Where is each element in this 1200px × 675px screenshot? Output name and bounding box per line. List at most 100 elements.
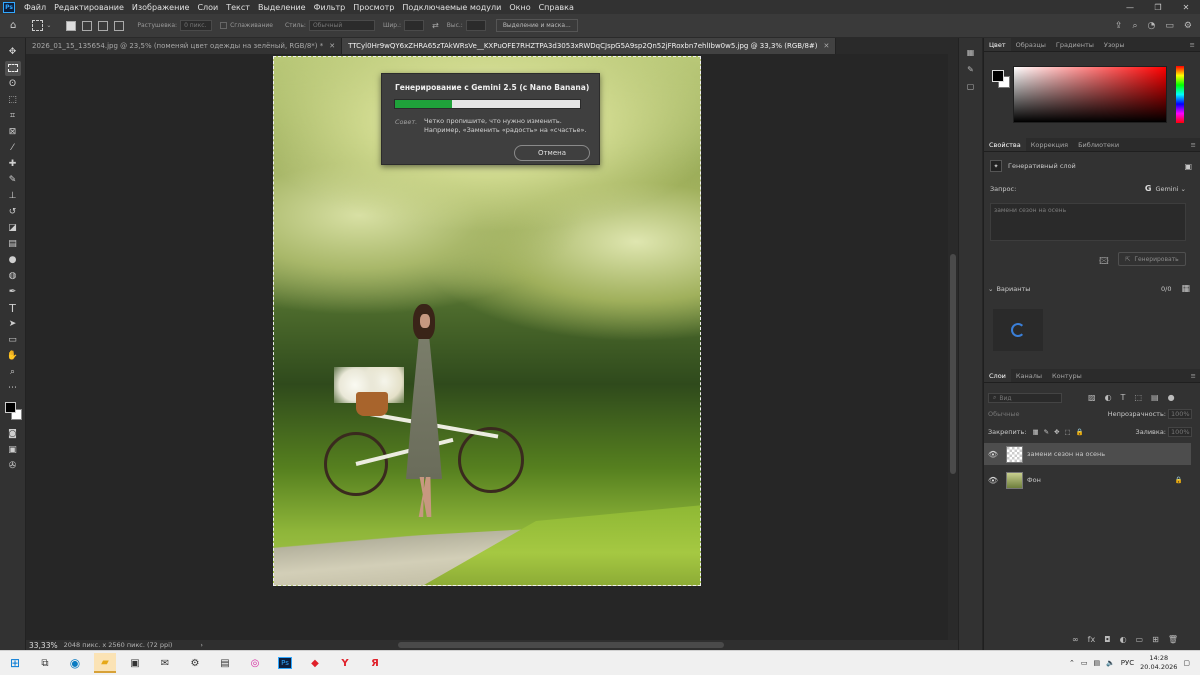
crop-tool-icon[interactable]: ⌗	[5, 109, 21, 124]
select-and-mask-button[interactable]: Выделение и маска...	[495, 19, 578, 32]
tab-properties[interactable]: Свойства	[984, 138, 1026, 151]
object-select-tool-icon[interactable]: ⬚	[5, 93, 21, 108]
lasso-tool-icon[interactable]: ʘ	[5, 77, 21, 92]
horizontal-scrollbar[interactable]	[220, 642, 940, 648]
prompt-input[interactable]: замени сезон на осень	[990, 203, 1186, 241]
menu-window[interactable]: Окно	[505, 3, 534, 12]
quick-mask-icon[interactable]: ◙	[5, 427, 21, 442]
more-tools-icon[interactable]: ⋯	[5, 381, 21, 396]
clock[interactable]: 14:28 20.04.2026	[1140, 654, 1177, 672]
cancel-button[interactable]: Отмена	[514, 145, 590, 161]
task-view-icon[interactable]: ⧉	[34, 653, 56, 673]
menu-filter[interactable]: Фильтр	[310, 3, 350, 12]
tray-overflow-icon[interactable]: ⌃	[1069, 659, 1075, 667]
zoom-tool-icon[interactable]: ⌕	[5, 365, 21, 380]
move-tool-icon[interactable]: ✥	[5, 45, 21, 60]
tab-paths[interactable]: Контуры	[1047, 369, 1087, 382]
add-selection-icon[interactable]	[82, 20, 93, 31]
file-explorer-icon[interactable]: ▰	[94, 653, 116, 673]
subtract-selection-icon[interactable]	[98, 20, 109, 31]
link-layers-icon[interactable]: ∞	[1072, 635, 1079, 644]
intersect-selection-icon[interactable]	[114, 20, 125, 31]
notifications-center-icon[interactable]: ▢	[1183, 659, 1190, 667]
new-selection-icon[interactable]	[66, 20, 77, 31]
close-tab-icon[interactable]: ✕	[824, 42, 830, 50]
eyedropper-tool-icon[interactable]: ⁄	[5, 141, 21, 156]
photoshop-taskbar-icon[interactable]: Ps	[274, 653, 296, 673]
history-panel-icon[interactable]: ▦	[967, 48, 975, 57]
tray-app-icon[interactable]: ▭	[1081, 659, 1088, 667]
home-icon[interactable]: ⌂	[10, 20, 16, 31]
share-icon[interactable]: ⇪	[1115, 21, 1123, 31]
filter-type-icon[interactable]: T	[1121, 393, 1126, 402]
yandex-browser-icon[interactable]: Y	[334, 653, 356, 673]
visibility-eye-icon[interactable]: 👁	[984, 476, 1002, 485]
brush-tool-icon[interactable]: ✎	[5, 173, 21, 188]
status-expand-icon[interactable]: ›	[200, 641, 203, 649]
layer-row[interactable]: 👁 замени сезон на осень	[984, 443, 1191, 465]
comments-panel-icon[interactable]: ▢	[967, 82, 975, 91]
menu-type[interactable]: Текст	[222, 3, 254, 12]
tab-libraries[interactable]: Библиотеки	[1073, 138, 1124, 151]
reference-image-icon[interactable]: 🖾	[1099, 254, 1109, 270]
variant-thumbnail[interactable]	[993, 309, 1043, 351]
feather-input[interactable]: 0 пикс.	[180, 20, 213, 31]
windows-start-icon[interactable]: ⊞	[4, 653, 26, 673]
zoom-level[interactable]: 33,33%	[26, 641, 64, 650]
height-input[interactable]	[465, 20, 486, 31]
visibility-eye-icon[interactable]: 👁	[984, 450, 1002, 459]
type-tool-icon[interactable]: T	[5, 301, 21, 316]
yandex-icon[interactable]: Я	[364, 653, 386, 673]
eraser-tool-icon[interactable]: ◪	[5, 221, 21, 236]
rectangle-tool-icon[interactable]: ▭	[5, 333, 21, 348]
store-icon[interactable]: ▣	[124, 653, 146, 673]
hand-tool-icon[interactable]: ✋	[5, 349, 21, 364]
maximize-button[interactable]: ❐	[1144, 3, 1172, 12]
photos-icon[interactable]: ▤	[214, 653, 236, 673]
tab-channels[interactable]: Каналы	[1011, 369, 1047, 382]
filter-pixel-icon[interactable]: ▨	[1088, 393, 1096, 402]
volume-icon[interactable]: 🔈	[1106, 659, 1115, 667]
menu-plugins[interactable]: Подключаемые модули	[398, 3, 505, 12]
menu-edit[interactable]: Редактирование	[50, 3, 128, 12]
adjustment-layer-icon[interactable]: ◐	[1120, 635, 1127, 644]
history-brush-tool-icon[interactable]: ↺	[5, 205, 21, 220]
document-tab-1[interactable]: 2026_01_15_135654.jpg @ 23,5% (поменяй ц…	[26, 38, 343, 54]
properties-panel-icon[interactable]: ✎	[967, 65, 974, 74]
edge-browser-icon[interactable]: ◉	[64, 653, 86, 673]
hue-slider[interactable]	[1176, 66, 1184, 123]
color-picker-field[interactable]	[1013, 66, 1167, 123]
menu-image[interactable]: Изображение	[128, 3, 194, 12]
settings-gear-icon[interactable]: ⚙	[1184, 21, 1192, 31]
color-swatches[interactable]	[4, 400, 22, 422]
layer-filter-input[interactable]: ⌕ Вид	[988, 393, 1062, 403]
panel-menu-icon[interactable]: ≡	[1190, 38, 1200, 51]
close-window-button[interactable]: ✕	[1172, 3, 1200, 12]
panel-foreground-color[interactable]	[992, 70, 1004, 82]
screen-mode-icon[interactable]: ▣	[5, 443, 21, 458]
marquee-preset-icon[interactable]: ⌄	[32, 20, 51, 31]
edit-toolbar-icon[interactable]: ✇	[5, 459, 21, 474]
tab-gradients[interactable]: Градиенты	[1051, 38, 1099, 51]
foreground-color-swatch[interactable]	[4, 402, 16, 413]
filter-toggle-icon[interactable]: ●	[1168, 393, 1175, 402]
workspace-icon[interactable]: ▭	[1165, 21, 1174, 31]
tab-patterns[interactable]: Узоры	[1099, 38, 1130, 51]
style-select[interactable]: Обычный	[308, 20, 375, 31]
layer-effects-icon[interactable]: fx	[1088, 635, 1096, 644]
search-icon[interactable]: ⌕	[1133, 21, 1138, 31]
horizontal-scroll-thumb[interactable]	[398, 642, 724, 648]
menu-help[interactable]: Справка	[535, 3, 578, 12]
antialias-checkbox[interactable]	[220, 22, 228, 29]
grid-view-icon[interactable]: ▦	[1181, 284, 1190, 294]
new-layer-icon[interactable]: ⊞	[1152, 635, 1159, 644]
instagram-icon[interactable]: ◎	[244, 653, 266, 673]
app-red-icon[interactable]: ◆	[304, 653, 326, 673]
menu-layers[interactable]: Слои	[193, 3, 222, 12]
tab-color[interactable]: Цвет	[984, 38, 1011, 51]
generate-button[interactable]: ⇱ Генерировать	[1118, 252, 1186, 266]
blend-mode-select[interactable]: Обычные	[988, 410, 1068, 418]
tab-adjustments[interactable]: Коррекция	[1026, 138, 1073, 151]
filter-smart-icon[interactable]: ▤	[1151, 393, 1159, 402]
mail-icon[interactable]: ✉	[154, 653, 176, 673]
